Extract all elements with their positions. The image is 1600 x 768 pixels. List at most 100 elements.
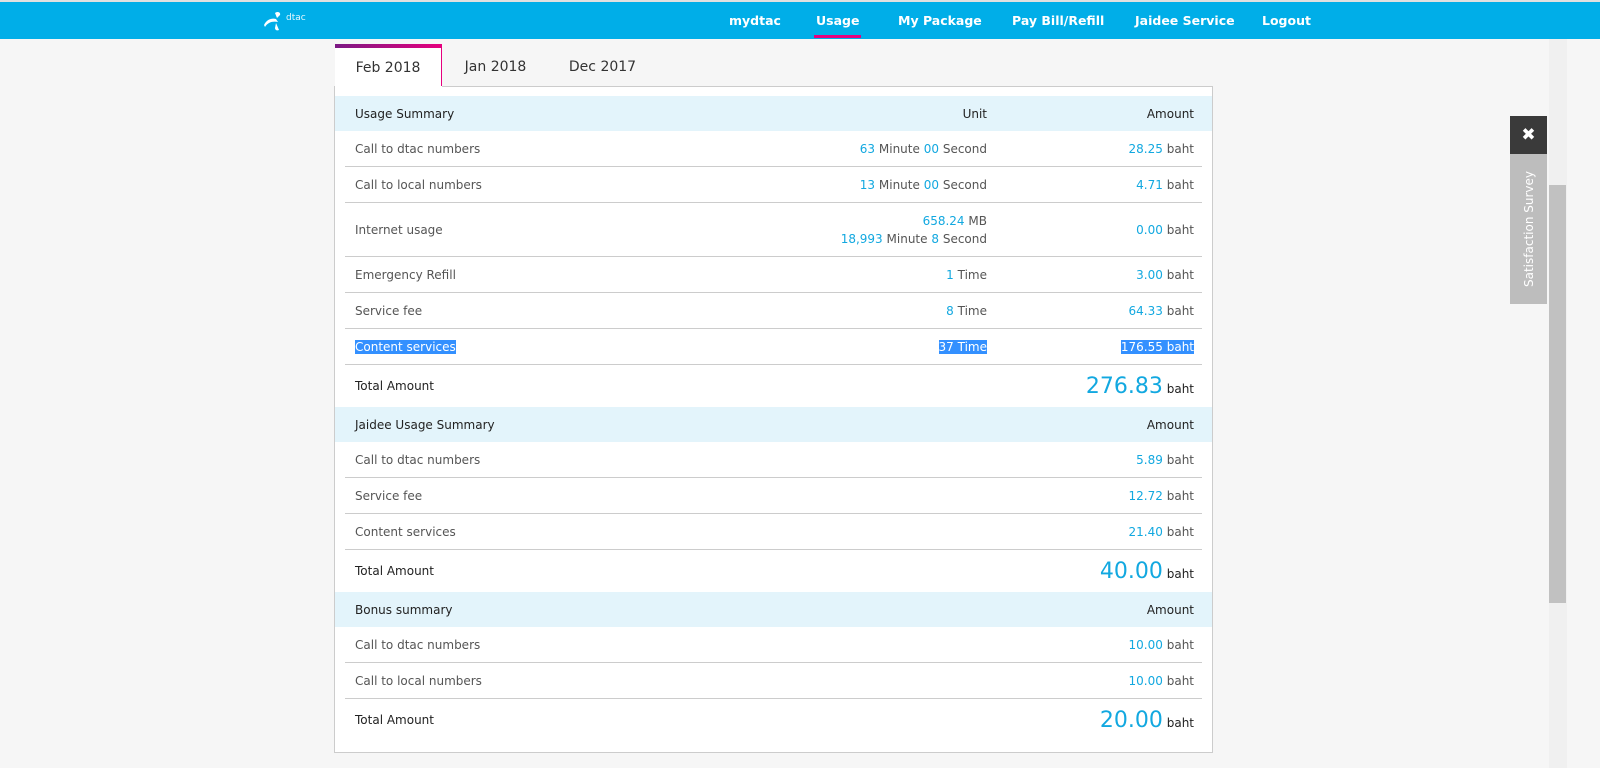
satisfaction-survey-button[interactable]: Satisfaction Survey — [1510, 154, 1547, 304]
dtac-logo-icon — [264, 11, 281, 31]
usage-table: Usage Summary Unit Amount Call to dtac numb… — [335, 96, 1212, 741]
row-amount: 3.00 baht — [987, 268, 1202, 282]
row-unit: 13 Minute 00 Second — [587, 176, 987, 194]
amount-text: 12.72 baht — [1129, 489, 1194, 503]
unit-line-text: 658.24 MB — [923, 214, 987, 228]
unit-value: 00 — [923, 177, 939, 192]
unit-line: 18,993 Minute 8 Second — [587, 230, 987, 248]
dtac-logo[interactable]: dtac — [262, 10, 306, 32]
total-currency: baht — [1166, 715, 1194, 730]
table-row: Service fee 8 Time 64.33 baht — [345, 293, 1202, 329]
unit-value: 63 — [859, 141, 876, 156]
unit-value: 658.24 — [922, 213, 965, 228]
table-row: Call to dtac numbers 10.00 baht — [345, 627, 1202, 663]
row-label-text: Content services — [355, 524, 456, 539]
row-label-text: Call to local numbers — [355, 673, 482, 688]
table-row: Emergency Refill 1 Time 3.00 baht — [345, 257, 1202, 293]
survey-label: Satisfaction Survey — [1521, 171, 1536, 287]
row-amount: 10.00 baht — [987, 674, 1202, 688]
unit-header: Unit — [962, 106, 987, 121]
amount-text: 10.00 baht — [1129, 674, 1194, 688]
unit-line: 658.24 MB — [587, 212, 987, 230]
amount-text: 64.33 baht — [1129, 304, 1194, 318]
amount-header: Amount — [1146, 106, 1194, 121]
row-label: Call to dtac numbers — [345, 142, 587, 156]
tab-jan-2018[interactable]: Jan 2018 — [442, 44, 549, 87]
table-row: Content services 21.40 baht — [345, 514, 1202, 550]
top-nav: dtac mydtac Usage My Package Pay Bill/Re… — [0, 2, 1600, 39]
row-amount: 28.25 baht — [987, 142, 1202, 156]
row-label: Call to local numbers — [345, 674, 587, 688]
row-unit: 8 Time — [587, 302, 987, 320]
nav-my-package[interactable]: My Package — [898, 2, 982, 39]
table-row: Service fee 12.72 baht — [345, 478, 1202, 514]
total-amount: 40.00 baht — [987, 559, 1202, 584]
total-currency: baht — [1166, 381, 1194, 396]
row-label-text: Service fee — [355, 488, 423, 503]
currency: baht — [1166, 339, 1194, 354]
amount-text: 4.71 baht — [1136, 178, 1194, 192]
amount-text: 0.00 baht — [1136, 223, 1194, 237]
nav-mydtac[interactable]: mydtac — [729, 2, 781, 39]
row-amount: 4.71 baht — [987, 178, 1202, 192]
panel-border — [442, 86, 1213, 87]
section-title: Bonus summary — [355, 602, 453, 617]
total-row: Total Amount 20.00 baht — [345, 699, 1202, 741]
unit-label: Second — [942, 231, 987, 246]
row-label-text: Internet usage — [355, 222, 443, 237]
amount-value: 28.25 — [1128, 141, 1163, 156]
row-label: Content services — [345, 525, 587, 539]
unit-line-text: 8 Time — [946, 304, 987, 318]
unit-label: MB — [968, 213, 987, 228]
unit-label: Time — [957, 267, 987, 282]
amount-value: 64.33 — [1128, 303, 1163, 318]
brand-text: dtac — [286, 13, 306, 23]
amount-value: 5.89 — [1136, 452, 1163, 467]
amount-text: 5.89 baht — [1136, 453, 1194, 467]
unit-value: 1 — [946, 267, 954, 282]
table-row: Call to local numbers 13 Minute 00 Second… — [345, 167, 1202, 203]
amount-header: Amount — [1146, 417, 1194, 432]
currency: baht — [1166, 177, 1194, 192]
row-label: Content services — [345, 339, 587, 354]
tab-feb-2018[interactable]: Feb 2018 — [335, 44, 442, 87]
total-row: Total Amount 40.00 baht — [345, 550, 1202, 592]
scrollbar-thumb[interactable] — [1549, 185, 1566, 603]
total-amount: 276.83 baht — [987, 374, 1202, 399]
table-row: Call to local numbers 10.00 baht — [345, 663, 1202, 699]
currency: baht — [1166, 303, 1194, 318]
amount-text: 176.55 baht — [1120, 339, 1194, 354]
row-unit: 37 Time — [587, 338, 987, 356]
unit-value: 18,993 — [840, 231, 883, 246]
row-amount: 12.72 baht — [987, 489, 1202, 503]
section-title: Usage Summary — [355, 106, 455, 121]
row-label: Service fee — [345, 489, 587, 503]
total-row: Total Amount 276.83 baht — [345, 365, 1202, 407]
close-icon[interactable]: ✖ — [1510, 116, 1547, 154]
nav-pay-bill-refill[interactable]: Pay Bill/Refill — [1012, 2, 1104, 39]
unit-label: Minute — [878, 177, 920, 192]
nav-logout[interactable]: Logout — [1262, 2, 1311, 39]
unit-line: 37 Time — [587, 338, 987, 356]
nav-jaidee-service[interactable]: Jaidee Service — [1135, 2, 1235, 39]
satisfaction-survey-widget: ✖ Satisfaction Survey — [1510, 116, 1547, 304]
unit-value: 8 — [931, 231, 939, 246]
row-amount: 176.55 baht — [987, 339, 1202, 354]
amount-value: 4.71 — [1136, 177, 1163, 192]
row-label-text: Emergency Refill — [355, 267, 456, 282]
table-row: Call to dtac numbers 63 Minute 00 Second 2… — [345, 131, 1202, 167]
row-label: Internet usage — [345, 223, 587, 237]
tab-dec-2017[interactable]: Dec 2017 — [549, 44, 656, 87]
row-label: Call to dtac numbers — [345, 638, 587, 652]
currency: baht — [1166, 267, 1194, 282]
table-row: Content services 37 Time 176.55 baht — [345, 329, 1202, 365]
amount-text: 3.00 baht — [1136, 268, 1194, 282]
currency: baht — [1166, 673, 1194, 688]
amount-value: 0.00 — [1136, 222, 1163, 237]
unit-line-text: 18,993 Minute 8 Second — [841, 232, 987, 246]
unit-line: 8 Time — [587, 302, 987, 320]
currency: baht — [1166, 222, 1194, 237]
row-label-text: Content services — [355, 339, 456, 354]
unit-line: 63 Minute 00 Second — [587, 140, 987, 158]
nav-usage[interactable]: Usage — [813, 2, 862, 39]
